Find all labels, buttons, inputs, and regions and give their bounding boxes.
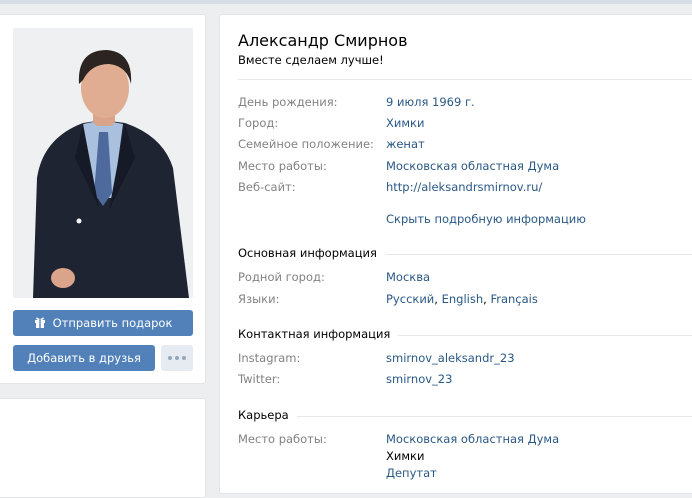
career-position-row: Депутат	[238, 466, 692, 482]
more-dots-icon	[168, 356, 186, 360]
info-row-website: Веб-сайт: http://aleksandrsmirnov.ru/	[238, 180, 692, 196]
career-org-link[interactable]: Московская областная Дума	[386, 432, 559, 446]
info-row-work: Место работы: Московская областная Дума	[238, 159, 692, 175]
info-row-family: Семейное положение: женат	[238, 137, 692, 153]
career-row: Место работы: Московская областная Дума	[238, 432, 692, 448]
website-link[interactable]: http://aleksandrsmirnov.ru/	[386, 180, 542, 194]
info-label: Родной город:	[238, 270, 325, 284]
twitter-link[interactable]: smirnov_23	[386, 372, 452, 386]
profile-photo-card: Отправить подарок Добавить в друзья	[0, 14, 206, 384]
info-row-languages: Языки: Русский, English, Français	[238, 292, 692, 308]
career-city-row: Химки	[238, 449, 692, 465]
hometown-link[interactable]: Москва	[386, 270, 430, 284]
section-title: Контактная информация	[238, 327, 399, 341]
career-position-link[interactable]: Депутат	[386, 466, 437, 480]
section-basic-info: Основная информация	[238, 246, 692, 262]
section-title: Карьера	[238, 408, 297, 422]
birthday-link[interactable]: 9 июля 1969 г.	[386, 95, 475, 109]
separator: ,	[434, 292, 442, 306]
send-gift-button[interactable]: Отправить подарок	[13, 310, 193, 336]
top-navigation-bar	[0, 0, 692, 4]
family-status-link[interactable]: женат	[386, 137, 425, 151]
language-link-en[interactable]: English	[442, 292, 484, 306]
section-career: Карьера	[238, 408, 692, 424]
profile-photo-image	[13, 28, 193, 298]
info-label: Instagram:	[238, 351, 301, 365]
info-label: День рождения:	[238, 95, 338, 109]
section-contacts: Контактная информация	[238, 327, 692, 343]
profile-info-card: Александр Смирнов Вместе сделаем лучше! …	[219, 14, 692, 494]
add-friend-button[interactable]: Добавить в друзья	[13, 345, 155, 371]
instagram-link[interactable]: smirnov_aleksandr_23	[386, 351, 515, 365]
info-label: Языки:	[238, 292, 280, 306]
info-row-instagram: Instagram: smirnov_aleksandr_23	[238, 351, 692, 367]
left-secondary-card	[0, 398, 206, 498]
info-label: Twitter:	[238, 372, 281, 386]
info-label: Место работы:	[238, 432, 327, 446]
languages-list: Русский, English, Français	[386, 292, 538, 306]
language-link-ru[interactable]: Русский	[386, 292, 434, 306]
info-row-twitter: Twitter: smirnov_23	[238, 372, 692, 388]
add-friend-label: Добавить в друзья	[27, 351, 141, 365]
info-label: Город:	[238, 116, 279, 130]
language-link-fr[interactable]: Français	[490, 292, 537, 306]
city-link[interactable]: Химки	[386, 116, 424, 130]
info-row-city: Город: Химки	[238, 116, 692, 132]
more-actions-button[interactable]	[161, 345, 193, 371]
divider	[238, 416, 692, 417]
send-gift-label: Отправить подарок	[52, 316, 173, 330]
profile-status: Вместе сделаем лучше!	[238, 53, 384, 67]
info-label: Веб-сайт:	[238, 180, 296, 194]
profile-photo[interactable]	[13, 28, 193, 298]
info-row-hometown: Родной город: Москва	[238, 270, 692, 286]
hide-details-link[interactable]: Скрыть подробную информацию	[386, 212, 586, 226]
work-link[interactable]: Московская областная Дума	[386, 159, 559, 173]
divider	[238, 79, 692, 80]
gift-icon	[34, 316, 46, 331]
section-title: Основная информация	[238, 246, 385, 260]
info-label: Место работы:	[238, 159, 327, 173]
info-label: Семейное положение:	[238, 137, 374, 151]
profile-name: Александр Смирнов	[238, 31, 408, 50]
career-city: Химки	[386, 449, 425, 463]
info-row-birthday: День рождения: 9 июля 1969 г.	[238, 95, 692, 111]
